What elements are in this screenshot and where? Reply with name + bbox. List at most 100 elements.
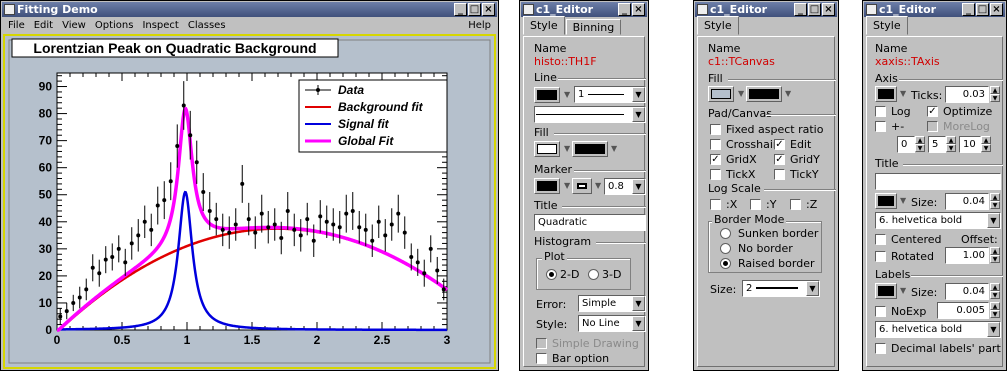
tab-style[interactable]: Style xyxy=(523,16,565,35)
chevron-down-icon[interactable]: ▼ xyxy=(987,322,1000,337)
divisions-primary-spinner[interactable]: ▲ ▼ xyxy=(915,136,925,153)
labels-size-input[interactable]: 0.04 xyxy=(945,283,989,300)
menu-edit[interactable]: Edit xyxy=(34,18,53,33)
close-icon[interactable]: × xyxy=(822,3,835,16)
raised-border-radio[interactable] xyxy=(720,258,731,269)
no-border-radio[interactable] xyxy=(720,243,731,254)
label-offset-input[interactable]: 0.005 xyxy=(937,302,989,319)
axis-color-arrow-icon[interactable]: ▼ xyxy=(900,89,906,98)
minimize-icon[interactable]: _ xyxy=(454,3,467,16)
minimize-icon[interactable]: _ xyxy=(618,3,631,16)
fill-pattern-arrow-icon[interactable]: ▼ xyxy=(785,89,791,98)
menu-inspect[interactable]: Inspect xyxy=(142,18,178,33)
marker-style-arrow-icon[interactable]: ▼ xyxy=(595,181,601,190)
sunken-border-radio[interactable] xyxy=(720,228,731,239)
fill-color-arrow-icon[interactable]: ▼ xyxy=(564,144,570,153)
ticky-checkbox[interactable] xyxy=(774,169,785,180)
fill-pattern-button[interactable] xyxy=(572,141,608,157)
chevron-down-icon[interactable]: ▼ xyxy=(987,213,1000,228)
logx-checkbox[interactable] xyxy=(710,199,721,210)
axis-title-input[interactable] xyxy=(875,173,1001,190)
divisions-tertiary-input[interactable]: 10 xyxy=(959,136,981,153)
chevron-down-icon[interactable]: ▼ xyxy=(632,316,645,331)
bar-option-checkbox[interactable] xyxy=(536,353,547,364)
menu-file[interactable]: File xyxy=(8,18,25,33)
chevron-down-icon[interactable]: ▼ xyxy=(632,87,645,102)
fill-color-button[interactable] xyxy=(708,86,734,102)
edit-checkbox[interactable]: ✓ xyxy=(774,139,785,150)
minimize-icon[interactable]: _ xyxy=(962,3,975,16)
marker-color-button[interactable] xyxy=(534,178,560,194)
maximize-icon[interactable]: □ xyxy=(808,3,821,16)
chevron-down-icon[interactable]: ▼ xyxy=(806,281,819,296)
ticks-input[interactable]: 0.03 xyxy=(945,86,989,103)
rotated-checkbox[interactable] xyxy=(875,251,886,262)
menu-options[interactable]: Options xyxy=(95,18,134,33)
logy-checkbox[interactable] xyxy=(750,199,761,210)
fill-pattern-arrow-icon[interactable]: ▼ xyxy=(611,144,617,153)
minimize-icon[interactable]: _ xyxy=(794,3,807,16)
divisions-secondary-spinner[interactable]: ▲ ▼ xyxy=(946,136,956,153)
maximize-icon[interactable]: □ xyxy=(468,3,481,16)
label-offset-spinner[interactable]: ▲ ▼ xyxy=(990,302,1000,319)
editor2-titlebar[interactable]: c1_Editor _ □ × xyxy=(695,2,837,17)
labels-color-button[interactable] xyxy=(875,283,897,299)
maximize-icon[interactable]: □ xyxy=(976,3,989,16)
close-icon[interactable]: × xyxy=(990,3,1003,16)
line-color-arrow-icon[interactable]: ▼ xyxy=(564,90,570,99)
logz-checkbox[interactable] xyxy=(790,199,801,210)
fill-color-button[interactable] xyxy=(534,141,560,157)
tab-binning[interactable]: Binning xyxy=(565,19,622,35)
offset-input[interactable]: 1.00 xyxy=(945,247,989,264)
offset-spinner[interactable]: ▲ ▼ xyxy=(990,247,1000,264)
divisions-tertiary-spinner[interactable]: ▲ ▼ xyxy=(981,136,991,153)
gridy-checkbox[interactable]: ✓ xyxy=(774,154,785,165)
plot-canvas[interactable]: Lorentzian Peak on Quadratic Background … xyxy=(5,36,494,367)
menu-view[interactable]: View xyxy=(62,18,86,33)
morelog-checkbox[interactable] xyxy=(927,121,938,132)
divisions-primary-input[interactable]: 0 xyxy=(897,136,915,153)
fixed-aspect-checkbox[interactable] xyxy=(710,124,721,135)
log-checkbox[interactable] xyxy=(875,106,886,117)
optimize-checkbox[interactable]: ✓ xyxy=(927,106,938,117)
tab-style[interactable]: Style xyxy=(697,16,739,35)
title-size-input[interactable]: 0.04 xyxy=(945,193,989,210)
axis-color-button[interactable] xyxy=(875,86,897,102)
labels-size-spinner[interactable]: ▲ ▼ xyxy=(990,283,1000,300)
tickx-checkbox[interactable] xyxy=(710,169,721,180)
title-color-button[interactable] xyxy=(875,193,897,209)
line-style-select[interactable] xyxy=(534,106,646,123)
noexp-checkbox[interactable] xyxy=(875,306,886,317)
chevron-down-icon[interactable]: ▼ xyxy=(632,179,645,194)
marker-style-button[interactable] xyxy=(572,178,592,194)
fill-color-arrow-icon[interactable]: ▼ xyxy=(738,89,744,98)
menu-classes[interactable]: Classes xyxy=(188,18,226,33)
close-icon[interactable]: × xyxy=(632,3,645,16)
centered-checkbox[interactable] xyxy=(875,234,886,245)
plot-3d-radio[interactable] xyxy=(588,269,599,280)
divisions-secondary-input[interactable]: 5 xyxy=(928,136,946,153)
labels-color-arrow-icon[interactable]: ▼ xyxy=(900,286,906,295)
editor3-titlebar[interactable]: c1_Editor _ □ × xyxy=(864,2,1005,17)
decimal-checkbox[interactable] xyxy=(875,343,886,354)
marker-color-arrow-icon[interactable]: ▼ xyxy=(564,181,570,190)
close-icon[interactable]: × xyxy=(482,3,495,16)
fill-pattern-button[interactable] xyxy=(746,86,782,102)
tab-style[interactable]: Style xyxy=(866,16,908,35)
chevron-down-icon[interactable]: ▼ xyxy=(632,107,645,122)
chevron-down-icon[interactable]: ▼ xyxy=(632,296,645,311)
gridx-checkbox[interactable]: ✓ xyxy=(710,154,721,165)
arrow-checkbox[interactable] xyxy=(875,121,886,132)
line-color-button[interactable] xyxy=(534,87,560,103)
plot-2d-radio[interactable] xyxy=(546,269,557,280)
simple-drawing-checkbox[interactable] xyxy=(536,338,547,349)
ticks-spinner[interactable]: ▲ ▼ xyxy=(990,86,1000,103)
main-titlebar[interactable]: Fitting Demo _ □ × xyxy=(2,2,497,17)
labels-font-select[interactable]: 6. helvetica bold xyxy=(875,321,1001,338)
title-color-arrow-icon[interactable]: ▼ xyxy=(900,196,906,205)
title-font-select[interactable]: 6. helvetica bold xyxy=(875,212,1001,229)
title-input[interactable]: Quadratic Background xyxy=(534,214,646,231)
crosshair-checkbox[interactable] xyxy=(710,139,721,150)
editor1-titlebar[interactable]: c1_Editor _ × xyxy=(521,2,647,17)
title-size-spinner[interactable]: ▲ ▼ xyxy=(990,193,1000,210)
